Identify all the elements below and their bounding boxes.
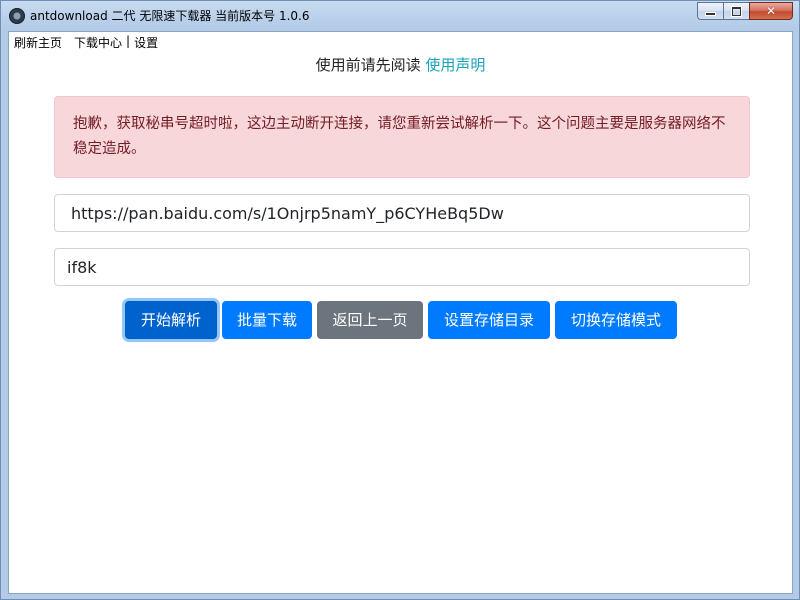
menu-item-refresh-home[interactable]: 刷新主页 <box>14 34 62 51</box>
app-window: antdownload 二代 无限速下载器 当前版本号 1.0.6 刷新主页 下… <box>0 0 800 600</box>
notice-text: 使用前请先阅读 <box>315 56 421 74</box>
terms-link[interactable]: 使用声明 <box>425 56 485 74</box>
extract-code-input[interactable] <box>54 248 750 286</box>
action-buttons: 开始解析 批量下载 返回上一页 设置存储目录 切换存储模式 <box>125 301 682 339</box>
app-logo-icon <box>9 8 25 24</box>
menu-bar: 刷新主页 下载中心 | 设置 <box>14 34 158 51</box>
alert-message: 抱歉，获取秘串号超时啦，这边主动断开连接，请您重新尝试解析一下。这个问题主要是服… <box>73 116 726 157</box>
maximize-button[interactable] <box>723 2 749 20</box>
client-area: 刷新主页 下载中心 | 设置 使用前请先阅读 使用声明 抱歉，获取秘串号超时啦，… <box>8 31 793 594</box>
title-bar[interactable]: antdownload 二代 无限速下载器 当前版本号 1.0.6 <box>1 1 799 31</box>
go-back-button[interactable]: 返回上一页 <box>317 301 423 339</box>
menu-item-settings[interactable]: 设置 <box>134 34 158 51</box>
start-parse-button[interactable]: 开始解析 <box>125 301 217 339</box>
close-button[interactable] <box>749 2 793 20</box>
menu-separator: | <box>126 34 131 48</box>
window-controls <box>697 2 793 20</box>
menu-item-download-center[interactable]: 下载中心 <box>74 34 122 51</box>
batch-download-button[interactable]: 批量下载 <box>222 301 312 339</box>
window-title: antdownload 二代 无限速下载器 当前版本号 1.0.6 <box>30 9 310 23</box>
switch-storage-mode-button[interactable]: 切换存储模式 <box>555 301 677 339</box>
error-alert: 抱歉，获取秘串号超时啦，这边主动断开连接，请您重新尝试解析一下。这个问题主要是服… <box>54 96 750 178</box>
usage-notice: 使用前请先阅读 使用声明 <box>9 54 792 75</box>
minimize-button[interactable] <box>697 2 723 20</box>
set-storage-dir-button[interactable]: 设置存储目录 <box>428 301 550 339</box>
share-url-input[interactable] <box>54 194 750 232</box>
